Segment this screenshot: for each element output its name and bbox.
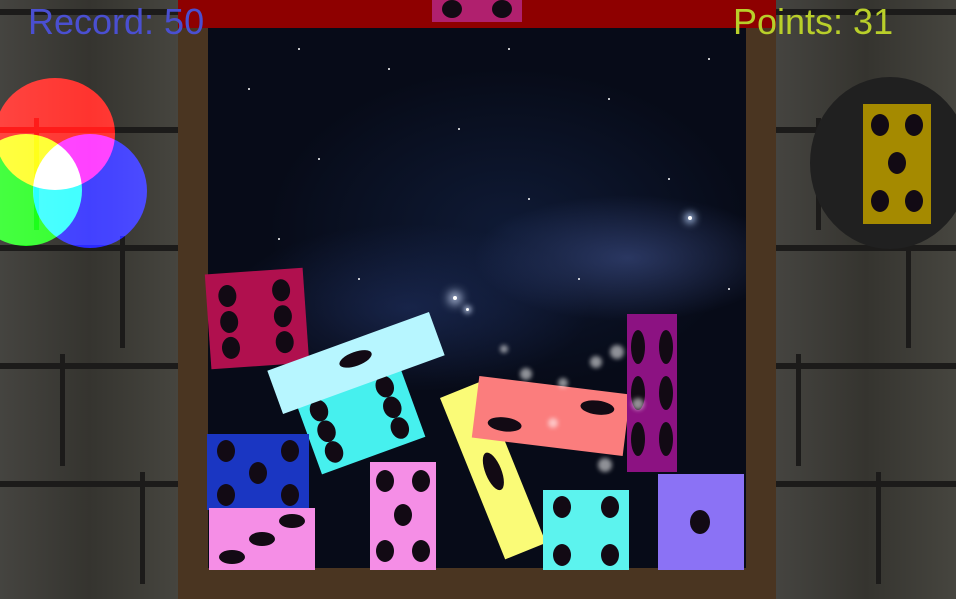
star	[508, 48, 510, 50]
die-violet-one	[658, 474, 744, 570]
pip	[376, 540, 394, 562]
sparkle-particle	[500, 345, 508, 353]
star-bright	[688, 216, 692, 220]
pip	[221, 336, 241, 360]
sparkle-particle	[548, 418, 558, 428]
die-cyan-four	[543, 490, 629, 570]
sparkle-particle	[610, 345, 624, 359]
pip	[871, 190, 889, 212]
sparkle-particle	[590, 356, 602, 368]
star	[318, 158, 320, 160]
pip	[273, 304, 293, 328]
falling-piece	[432, 0, 522, 22]
pip	[271, 278, 291, 302]
die-pink-three	[209, 508, 315, 570]
pip	[659, 330, 673, 364]
pip	[249, 462, 267, 484]
die-blue-five	[207, 434, 309, 510]
pip	[690, 510, 710, 534]
color-wheel-icon	[0, 76, 150, 251]
star	[708, 58, 710, 60]
star	[528, 198, 530, 200]
pip	[631, 422, 645, 456]
pip	[387, 414, 413, 442]
star	[578, 278, 580, 280]
pip	[249, 532, 275, 546]
record-label: Record: 50	[28, 1, 205, 42]
star	[458, 128, 460, 130]
star	[298, 48, 300, 50]
star	[608, 98, 610, 100]
pip	[659, 422, 673, 456]
points-label: Points: 31	[733, 1, 894, 42]
die-purple-six	[627, 314, 677, 472]
die-magenta-six	[204, 267, 310, 370]
sparkle-particle	[598, 458, 612, 472]
pip	[492, 0, 512, 18]
brick-joint	[60, 354, 65, 466]
pip	[279, 514, 305, 528]
brick-joint	[796, 354, 801, 466]
pip	[631, 330, 645, 364]
pip	[601, 496, 619, 518]
pip	[217, 284, 238, 308]
pip	[659, 376, 673, 410]
sparkle-particle	[632, 398, 644, 410]
pip	[274, 330, 295, 354]
pip	[219, 550, 245, 564]
brick-joint	[140, 472, 145, 584]
pip	[376, 470, 394, 492]
sparkle-particle	[520, 368, 532, 380]
brick-joint	[906, 236, 911, 348]
pip	[412, 540, 430, 562]
star	[668, 178, 670, 180]
pip	[553, 544, 571, 566]
pip	[442, 0, 462, 18]
star	[388, 68, 390, 70]
pip	[281, 440, 299, 462]
brick-joint	[120, 236, 125, 348]
pip	[579, 398, 616, 417]
star-bright	[453, 296, 457, 300]
star	[278, 238, 280, 240]
star	[728, 288, 730, 290]
color-circle-blue	[33, 134, 147, 248]
pip	[337, 346, 374, 372]
sparkle-particle	[558, 378, 568, 388]
next-piece	[863, 104, 931, 224]
pip	[871, 114, 889, 136]
pip	[219, 310, 239, 334]
pip	[888, 152, 906, 174]
pip	[601, 544, 619, 566]
pip	[486, 415, 523, 434]
star-bright	[466, 308, 469, 311]
pip	[217, 484, 235, 506]
pip	[553, 496, 571, 518]
star	[358, 278, 360, 280]
pip	[905, 114, 923, 136]
brick-joint	[876, 472, 881, 584]
pip	[412, 470, 430, 492]
die-pink-five	[370, 462, 436, 570]
pip	[281, 484, 299, 506]
star	[248, 88, 250, 90]
pip	[905, 190, 923, 212]
pip	[321, 438, 347, 466]
pip	[217, 440, 235, 462]
pip	[478, 449, 509, 493]
pip	[394, 504, 412, 526]
